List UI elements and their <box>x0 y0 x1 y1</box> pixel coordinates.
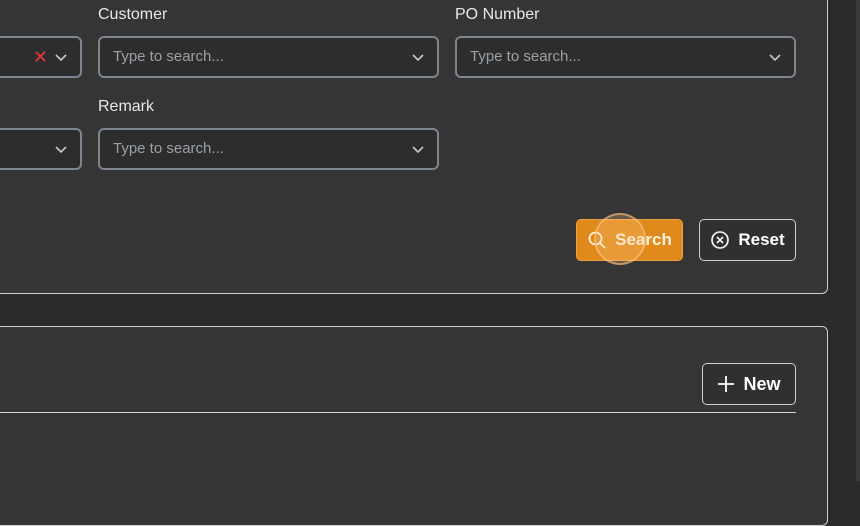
chevron-down-icon[interactable] <box>54 50 68 64</box>
chevron-down-icon[interactable] <box>411 50 425 64</box>
chevron-down-icon[interactable] <box>411 142 425 156</box>
chevron-down-icon[interactable] <box>54 142 68 156</box>
close-circle-icon <box>711 231 730 249</box>
reset-button[interactable]: Reset <box>699 219 796 261</box>
table-header-divider <box>0 412 796 413</box>
list-panel <box>0 326 828 526</box>
left-select-2[interactable] <box>0 128 82 170</box>
reset-button-label: Reset <box>738 230 785 249</box>
click-ripple <box>594 213 646 265</box>
left-select-1[interactable]: ✕ <box>0 36 82 78</box>
remark-select[interactable]: Type to search... <box>98 128 439 170</box>
remark-placeholder: Type to search... <box>113 140 224 157</box>
plus-icon <box>718 376 735 392</box>
po-number-label: PO Number <box>455 6 540 23</box>
remark-label: Remark <box>98 98 155 115</box>
new-button-label: New <box>743 373 781 394</box>
new-button[interactable]: New <box>702 363 796 405</box>
po-number-placeholder: Type to search... <box>470 48 581 65</box>
customer-placeholder: Type to search... <box>113 48 224 65</box>
page-scrollbar[interactable] <box>856 0 860 481</box>
chevron-down-icon[interactable] <box>768 50 782 64</box>
customer-select[interactable]: Type to search... <box>98 36 439 78</box>
clear-x-icon[interactable]: ✕ <box>33 47 48 67</box>
po-number-select[interactable]: Type to search... <box>455 36 796 78</box>
customer-label: Customer <box>98 6 168 23</box>
